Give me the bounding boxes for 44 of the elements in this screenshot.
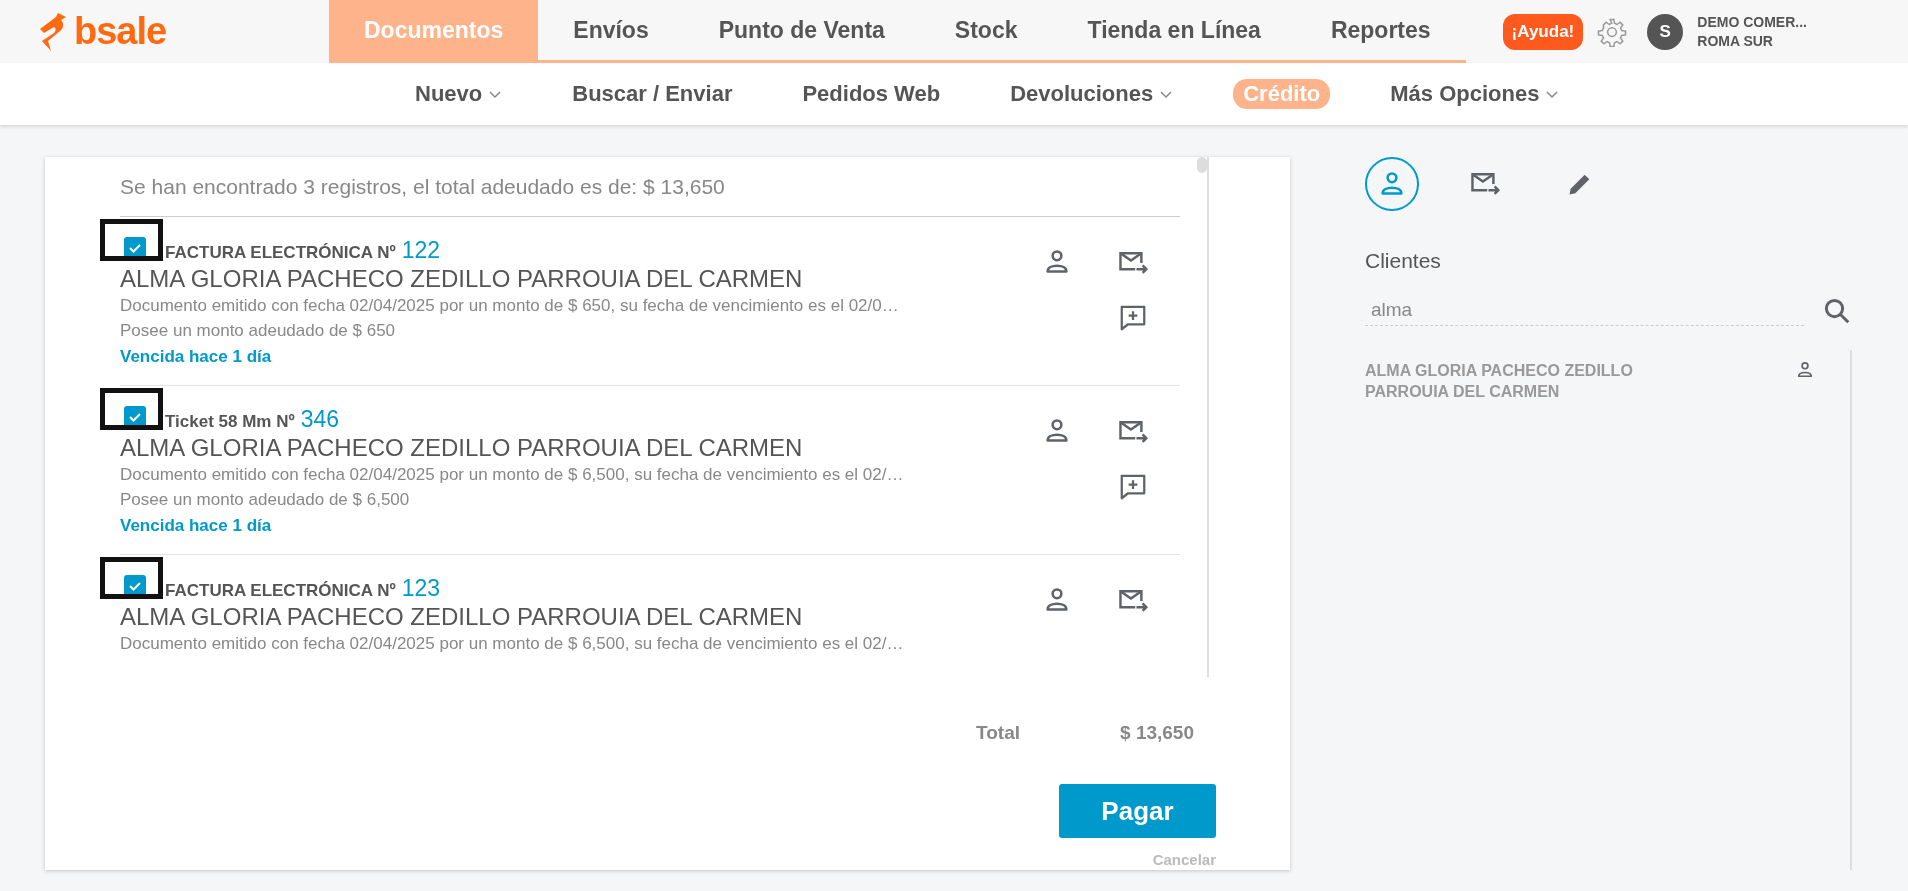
account-name: DEMO COMER... <box>1697 12 1807 32</box>
document-description: Documento emitido con fecha 02/04/2025 por un monto de $ 650, su fecha de vencimiento es el 02/0… <box>120 296 900 316</box>
document-description: Documento emitido con fecha 02/04/2025 por un monto de $ 6,500, su fecha de vencimiento es el 02/… <box>120 634 905 654</box>
client-name: ALMA GLORIA PACHECO ZEDILLO PARROUIA DEL CARMEN <box>120 603 804 631</box>
client-name: ALMA GLORIA PACHECO ZEDILLO PARROUIA DEL CARMEN <box>120 434 804 462</box>
add-comment-icon[interactable] <box>1118 472 1148 502</box>
subnav-tab[interactable]: Más Opciones <box>1380 79 1570 109</box>
subnav-tab[interactable]: Pedidos Web <box>792 79 951 109</box>
due-status: Vencida hace 1 día <box>120 516 273 536</box>
subnav-tab[interactable]: Devoluciones <box>1000 79 1184 109</box>
panel-tab[interactable] <box>1365 157 1419 211</box>
document-type: FACTURA ELECTRÓNICA Nº <box>165 581 396 601</box>
settings-icon[interactable] <box>1597 16 1628 47</box>
nav-tab[interactable]: Envíos <box>538 0 684 60</box>
total-label: Total <box>976 722 1021 744</box>
due-status: Vencida hace 1 día <box>120 347 273 367</box>
avatar[interactable]: S <box>1647 13 1684 50</box>
checkmark-icon <box>128 241 142 255</box>
debt-text: Posee un monto adeudado de $ 6,500 <box>120 490 411 510</box>
person-icon[interactable] <box>1795 360 1815 380</box>
nav-tab[interactable]: Tienda en Línea <box>1052 0 1296 60</box>
checkmark-icon <box>128 410 142 424</box>
nav-tab[interactable]: Reportes <box>1295 0 1466 60</box>
nav-tab[interactable]: Punto de Venta <box>683 0 920 60</box>
brand-name: bsale <box>74 10 167 53</box>
checkbox[interactable] <box>124 406 146 428</box>
client-name: ALMA GLORIA PACHECO ZEDILLO PARROUIA DEL CARMEN <box>120 265 804 293</box>
panel-title: Clientes <box>1365 249 1442 273</box>
checkbox[interactable] <box>124 237 146 259</box>
document-type: Ticket 58 Mm Nº <box>165 412 295 432</box>
checkbox[interactable] <box>124 575 146 597</box>
summary-text: Se han encontrado 3 registros, el total adeudado es de: $ 13,650 <box>120 157 1180 217</box>
debt-text: Posee un monto adeudado de $ 650 <box>120 321 397 341</box>
total-value: $ 13,650 <box>1120 722 1194 744</box>
subnav-tab[interactable]: Nuevo <box>405 79 513 109</box>
logo-icon[interactable] <box>40 10 68 53</box>
subnav-tab[interactable]: Buscar / Enviar <box>562 79 743 109</box>
account-branch: ROMA SUR <box>1697 31 1774 51</box>
scrollbar[interactable] <box>1197 157 1209 677</box>
nav-tab[interactable]: Stock <box>919 0 1053 60</box>
document-type: FACTURA ELECTRÓNICA Nº <box>165 243 396 263</box>
document-description: Documento emitido con fecha 02/04/2025 por un monto de $ 6,500, su fecha de vencimiento es el 02/… <box>120 465 905 485</box>
checkmark-icon <box>128 579 142 593</box>
add-comment-icon[interactable] <box>1118 303 1148 333</box>
